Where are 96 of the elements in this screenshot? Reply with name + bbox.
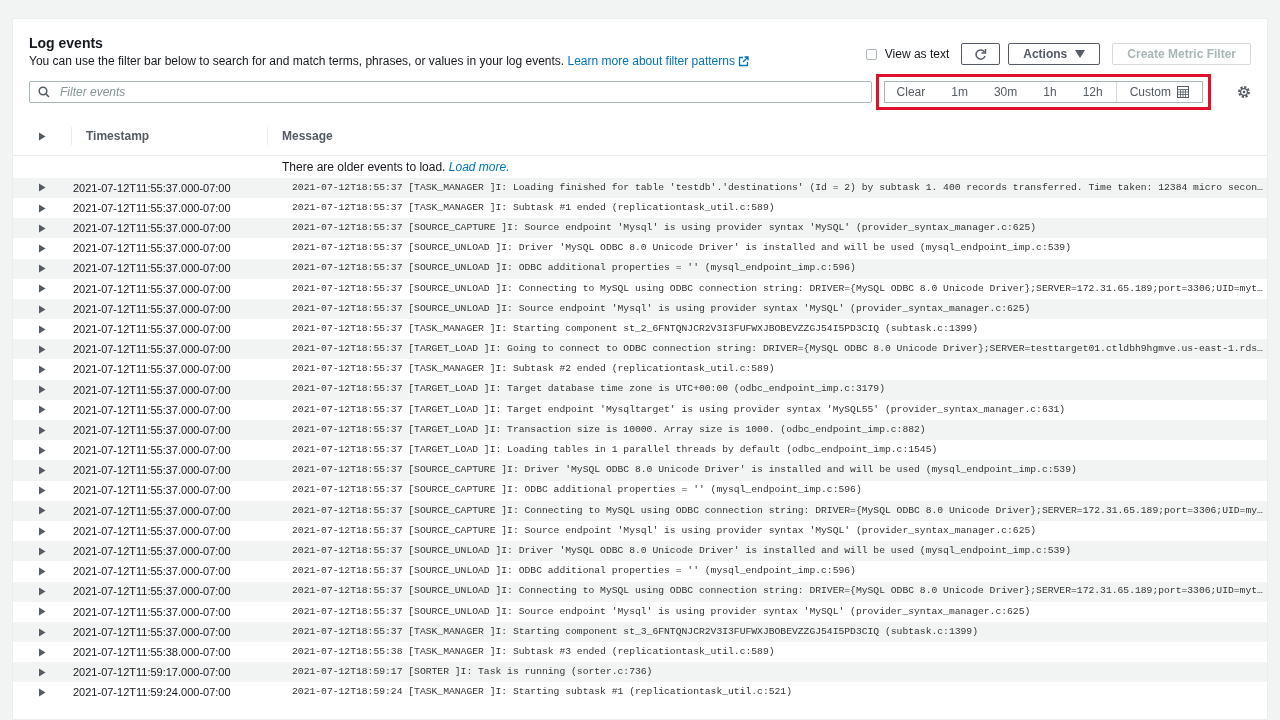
- message-cell-text: 2021-07-12T18:55:37 [SOURCE_UNLOAD ]I: Connecting to MySQL using ODBC connection string: DRIVER={MySQL ODBC 8.0 Unicode Driver};SERVER=172.31.65.189;port=3306;UID=myt…: [291, 584, 1263, 599]
- expand-arrow-icon[interactable]: [38, 131, 46, 141]
- expand-arrow-icon[interactable]: [38, 587, 46, 597]
- expand-arrow-icon[interactable]: [38, 546, 46, 556]
- message-cell-text: 2021-07-12T18:55:37 [SOURCE_UNLOAD ]I: ODBC additional properties = '' (mysql_endpoint_imp.c:596): [291, 564, 856, 579]
- timestamp-cell-text: 2021-07-12T11:55:37.000-07:00: [72, 503, 232, 519]
- message-cell-text: 2021-07-12T18:55:37 [TASK_MANAGER ]I: Starting component st_3_6FNTQNJCR2V3I3FUFWXJBOBEVZZGJ54I5PD3CIQ (subtask.c:1399): [291, 624, 978, 639]
- column-header: Message: [267, 127, 333, 146]
- timestamp-cell-text: 2021-07-12T11:55:37.000-07:00: [72, 523, 232, 539]
- message-cell-text: 2021-07-12T18:55:37 [SOURCE_UNLOAD ]I: Source endpoint 'Mysql' is using provider syntax 'MySQL' (provider_syntax_manager.c:625): [291, 301, 1031, 316]
- message-cell-text: 2021-07-12T18:55:37 [TASK_MANAGER ]I: Subtask #1 ended (replicationtask_util.c:589): [291, 200, 775, 215]
- timestamp-cell-text: 2021-07-12T11:55:37.000-07:00: [72, 281, 232, 297]
- expand-arrow-icon[interactable]: [38, 223, 46, 233]
- settings-icon[interactable]: [1237, 84, 1251, 99]
- refresh-icon: [974, 47, 988, 61]
- timestamp-cell-text: 2021-07-12T11:55:37.000-07:00: [72, 584, 232, 600]
- expand-arrow-icon[interactable]: [38, 304, 46, 314]
- expand-arrow-icon[interactable]: [38, 284, 46, 294]
- message-cell-text: 2021-07-12T18:55:37 [TARGET_LOAD ]I: Target endpoint 'Mysqltarget' is using provider syntax 'MySQL55' (provider_syntax_manager.c:631): [291, 402, 1066, 417]
- expand-arrow-icon[interactable]: [38, 243, 46, 253]
- timestamp-cell-text: 2021-07-12T11:59:17.000-07:00: [72, 665, 232, 681]
- expand-arrow-icon[interactable]: [38, 486, 46, 496]
- search-icon: [38, 85, 50, 98]
- load-more-link[interactable]: Load more.: [448, 157, 510, 176]
- message-cell-text: 2021-07-12T18:55:37 [TARGET_LOAD ]I: Target database time zone is UTC+00:00 (odbc_endpoint_imp.c:3179): [291, 382, 885, 397]
- message-cell-text: 2021-07-12T18:55:37 [TARGET_LOAD ]I: Loading tables in 1 parallel threads by default (odbc_endpoint_imp.c:1545): [291, 443, 938, 458]
- expand-arrow-icon[interactable]: [38, 445, 46, 455]
- timestamp-cell-text: 2021-07-12T11:55:37.000-07:00: [72, 604, 232, 620]
- refresh-button[interactable]: [961, 43, 1001, 65]
- timestamp-cell-text: 2021-07-12T11:55:37.000-07:00: [72, 443, 232, 459]
- expand-arrow-icon[interactable]: [38, 466, 46, 475]
- message-cell-text: 2021-07-12T18:55:37 [SOURCE_CAPTURE ]I: Source endpoint 'Mysql' is using provider syntax 'MySQL' (provider_syntax_manager.c:625): [291, 221, 1037, 235]
- timestamp-cell-text: 2021-07-12T11:55:37.000-07:00: [72, 301, 232, 317]
- message-cell-text: 2021-07-12T18:55:37 [SOURCE_CAPTURE ]I: ODBC additional properties = '' (mysql_endpoint_imp.c:596): [291, 483, 862, 498]
- column-header: Timestamp: [71, 127, 267, 146]
- expand-arrow-icon[interactable]: [38, 203, 46, 213]
- learn-more-link[interactable]: Learn more about filter patterns: [567, 53, 750, 68]
- timestamp-cell-text: 2021-07-12T11:55:37.000-07:00: [72, 261, 232, 277]
- expand-arrow-icon[interactable]: [38, 324, 46, 334]
- expand-arrow-icon[interactable]: [38, 607, 46, 617]
- timestamp-cell-text: 2021-07-12T11:55:37.000-07:00: [72, 544, 232, 559]
- expand-arrow-icon[interactable]: [38, 405, 46, 415]
- message-cell-text: 2021-07-12T18:55:37 [SOURCE_CAPTURE ]I: Driver 'MySQL ODBC 8.0 Unicode Driver' is installed and will be used (mysql_endpoint_imp.c:539): [291, 463, 1077, 478]
- timestamp-cell-text: 2021-07-12T11:55:37.000-07:00: [72, 483, 232, 499]
- view-as-text-checkbox[interactable]: View as text: [865, 43, 950, 65]
- expand-arrow-icon[interactable]: [38, 183, 46, 193]
- message-cell-text: 2021-07-12T18:59:17 [SORTER ]I: Task is running (sorter.c:736): [291, 665, 653, 680]
- message-cell-text: 2021-07-12T18:55:37 [TASK_MANAGER ]I: Loading finished for table 'testdb'.'destinations' (Id = 2) by subtask 1. 400 records transferred. Time taken: 12384 micro secon…: [291, 180, 1263, 195]
- timestamp-cell-text: 2021-07-12T11:55:37.000-07:00: [72, 200, 232, 216]
- timestamp-cell-text: 2021-07-12T11:55:37.000-07:00: [72, 241, 232, 257]
- message-cell-text: 2021-07-12T18:55:37 [SOURCE_UNLOAD ]I: Connecting to MySQL using ODBC connection string: DRIVER={MySQL ODBC 8.0 Unicode Driver};SERVER=172.31.65.189;port=3306;UID=myt…: [291, 281, 1263, 296]
- timestamp-cell-text: 2021-07-12T11:55:37.000-07:00: [72, 422, 232, 438]
- timestamp-cell-text: 2021-07-12T11:55:37.000-07:00: [72, 362, 232, 378]
- external-link-icon: [738, 56, 750, 68]
- message-cell-text: 2021-07-12T18:55:37 [SOURCE_UNLOAD ]I: Driver 'MySQL ODBC 8.0 Unicode Driver' is installed and will be used (mysql_endpoint_imp.c:539): [291, 544, 1071, 558]
- timestamp-cell-text: 2021-07-12T11:55:37.000-07:00: [72, 180, 232, 196]
- expand-arrow-icon[interactable]: [38, 425, 46, 435]
- expand-arrow-icon[interactable]: [38, 264, 46, 274]
- timestamp-cell-text: 2021-07-12T11:55:37.000-07:00: [72, 564, 232, 580]
- message-cell-text: 2021-07-12T18:55:37 [SOURCE_UNLOAD ]I: Source endpoint 'Mysql' is using provider syntax 'MySQL' (provider_syntax_manager.c:625): [291, 604, 1031, 619]
- timestamp-cell-text: 2021-07-12T11:55:37.000-07:00: [72, 624, 232, 640]
- expand-arrow-icon[interactable]: [38, 667, 46, 677]
- expand-arrow-icon[interactable]: [38, 526, 46, 536]
- actions-button[interactable]: Actions: [1008, 43, 1101, 65]
- message-cell-text: 2021-07-12T18:59:24 [TASK_MANAGER ]I: Starting subtask #1 (replicationtask_util.c:521): [291, 685, 792, 700]
- expand-arrow-icon[interactable]: [38, 566, 46, 576]
- caret-icon: [1075, 50, 1086, 58]
- message-cell-text: 2021-07-12T18:55:37 [SOURCE_CAPTURE ]I: Source endpoint 'Mysql' is using provider syntax 'MySQL' (provider_syntax_manager.c:625): [291, 523, 1037, 538]
- expand-arrow-icon[interactable]: [38, 506, 46, 516]
- expand-arrow-icon[interactable]: [38, 627, 46, 637]
- timestamp-cell-text: 2021-07-12T11:55:37.000-07:00: [72, 321, 232, 337]
- message-cell-text: 2021-07-12T18:55:37 [TASK_MANAGER ]I: Starting component st_2_6FNTQNJCR2V3I3FUFWXJBOBEVZZGJ54I5PD3CIQ (subtask.c:1399): [291, 321, 978, 336]
- message-cell-text: 2021-07-12T18:55:37 [SOURCE_UNLOAD ]I: ODBC additional properties = '' (mysql_endpoint_imp.c:596): [291, 261, 856, 276]
- expand-arrow-icon[interactable]: [38, 688, 46, 698]
- panel-title: Log events: [29, 35, 104, 52]
- expand-arrow-icon[interactable]: [38, 385, 46, 395]
- timestamp-cell-text: 2021-07-12T11:55:37.000-07:00: [72, 221, 232, 236]
- timestamp-cell-text: 2021-07-12T11:55:37.000-07:00: [72, 342, 232, 358]
- panel-description: You can use the filter bar below to search for and match terms, phrases, or values in your log events. Learn more about filter patterns: [29, 51, 750, 70]
- timestamp-cell-text: 2021-07-12T11:55:37.000-07:00: [72, 382, 232, 398]
- message-cell-text: 2021-07-12T18:55:37 [TASK_MANAGER ]I: Subtask #2 ended (replicationtask_util.c:589): [291, 362, 775, 377]
- filter-events-field[interactable]: Filter events: [29, 80, 872, 103]
- message-cell-text: 2021-07-12T18:55:37 [SOURCE_CAPTURE ]I: Connecting to MySQL using ODBC connection string: DRIVER={MySQL ODBC 8.0 Unicode Driver};SERVER=172.31.65.189;port=3306;UID=my…: [291, 503, 1263, 518]
- timestamp-cell-text: 2021-07-12T11:55:37.000-07:00: [72, 463, 232, 479]
- load-more-notice: There are older events to load. Load more.: [281, 156, 511, 178]
- expand-arrow-icon[interactable]: [38, 365, 46, 375]
- message-cell-text: 2021-07-12T18:55:37 [TARGET_LOAD ]I: Transaction size is 10000. Array size is 1000. (odbc_endpoint_imp.c:882): [291, 422, 926, 437]
- timestamp-cell-text: 2021-07-12T11:59:24.000-07:00: [72, 685, 232, 701]
- message-cell-text: 2021-07-12T18:55:37 [TARGET_LOAD ]I: Going to connect to ODBC connection string: DRIVER={MySQL ODBC 8.0 Unicode Driver};SERVER=testtarget01.ctldbh9hgmve.us-east-1.rds…: [291, 342, 1263, 357]
- message-cell-text: 2021-07-12T18:55:38 [TASK_MANAGER ]I: Subtask #3 ended (replicationtask_util.c:589): [291, 644, 775, 659]
- expand-arrow-icon[interactable]: [38, 647, 46, 657]
- calendar-icon: [1177, 85, 1189, 98]
- expand-arrow-icon[interactable]: [38, 344, 46, 354]
- message-cell-text: 2021-07-12T18:55:37 [SOURCE_UNLOAD ]I: Driver 'MySQL ODBC 8.0 Unicode Driver' is installed and will be used (mysql_endpoint_imp.c:539): [291, 241, 1071, 256]
- timestamp-cell-text: 2021-07-12T11:55:37.000-07:00: [72, 402, 232, 418]
- timestamp-cell-text: 2021-07-12T11:55:38.000-07:00: [72, 644, 232, 660]
